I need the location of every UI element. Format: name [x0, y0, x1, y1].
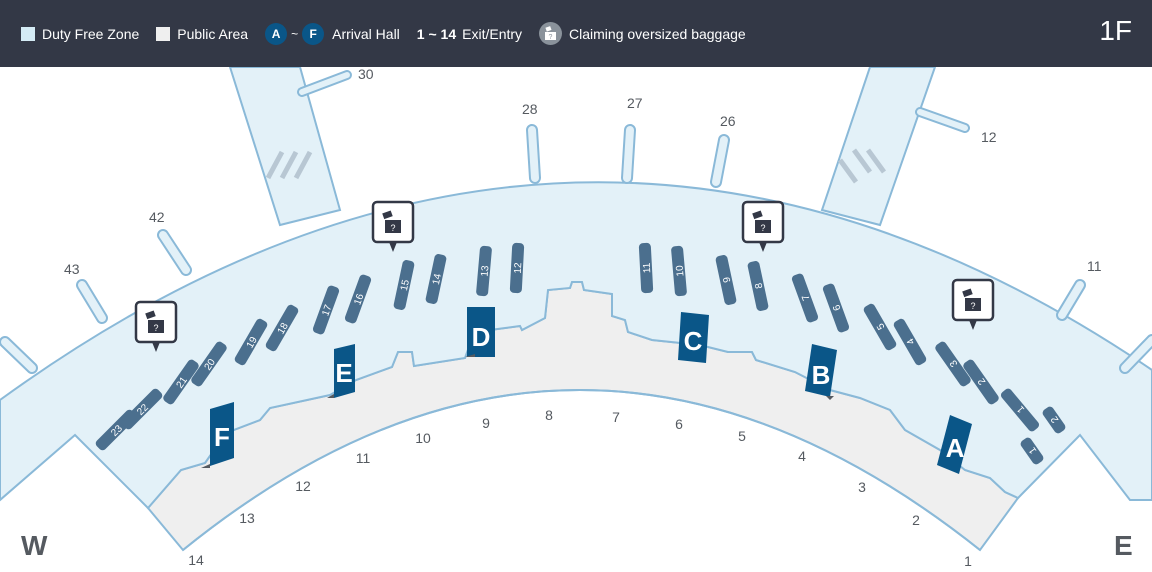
svg-text:?: ?	[153, 323, 158, 333]
pier-hatching	[265, 148, 887, 184]
legend-duty-free: Duty Free Zone	[21, 26, 139, 42]
exit-label: 14	[188, 552, 204, 568]
exit-label: 9	[482, 415, 490, 431]
exit-label: 11	[356, 450, 371, 466]
legend-label: Exit/Entry	[462, 25, 523, 42]
public-area-swatch	[156, 26, 171, 41]
gate-label: 42	[149, 209, 165, 225]
svg-text:?: ?	[390, 223, 395, 233]
terminal-map: 43 42 30 28 27 26 12 11 23 22 21 20 19 1…	[0, 0, 1152, 572]
range-separator: ~	[291, 26, 299, 41]
arrival-hall-label: B	[812, 360, 831, 390]
legend-label: Claiming oversized baggage	[569, 25, 746, 42]
hall-badge: A	[265, 22, 288, 45]
gate-label: 12	[981, 129, 997, 145]
exit-label: 10	[415, 430, 431, 446]
legend-label: Arrival Hall	[332, 25, 400, 42]
arrival-hall-c[interactable]: C	[678, 312, 709, 363]
legend-label: Duty Free Zone	[42, 25, 140, 42]
svg-text:?: ?	[549, 34, 553, 41]
legend-baggage: ? Claiming oversized baggage	[539, 22, 746, 45]
east-pier	[820, 66, 937, 227]
gate-label: 43	[64, 261, 80, 277]
floor-plan: 43 42 30 28 27 26 12 11 23 22 21 20 19 1…	[0, 66, 1152, 569]
exit-label: 2	[912, 512, 920, 528]
legend-bar: Duty Free Zone Public Area A ~ F Arrival…	[0, 0, 1152, 67]
exit-label: 7	[612, 409, 620, 425]
arrival-hall-label: D	[472, 322, 491, 352]
exit-label: 5	[738, 428, 746, 444]
carousel-label: 12	[513, 262, 525, 274]
compass-east: E	[1114, 530, 1133, 561]
gate-label: 11	[1087, 258, 1102, 274]
legend-arrival-hall: A ~ F Arrival Hall	[265, 22, 400, 45]
exit-range: 1 ~ 14	[416, 25, 457, 42]
arrival-hall-label: C	[684, 326, 703, 356]
exit-label: 8	[545, 407, 553, 423]
west-pier	[228, 66, 342, 227]
svg-text:?: ?	[760, 223, 765, 233]
gate-label: 30	[358, 66, 374, 82]
carousel-label: 11	[642, 262, 654, 273]
exit-label: 12	[295, 478, 311, 494]
legend-exit: 1 ~ 14 Exit/Entry	[417, 26, 522, 42]
exit-label: 4	[798, 448, 806, 464]
legend: Duty Free Zone Public Area A ~ F Arrival…	[21, 0, 763, 67]
legend-public: Public Area	[156, 26, 248, 42]
exit-label: 1	[964, 553, 972, 569]
gate-label: 27	[627, 95, 643, 111]
arrival-hall-label: A	[946, 433, 965, 463]
floor-indicator: 1F	[1099, 15, 1132, 46]
arrival-hall-label: E	[335, 358, 352, 388]
carousel-label: 10	[674, 264, 686, 276]
gate-label: 26	[720, 113, 736, 129]
exit-label: 3	[858, 479, 866, 495]
exit-label: 6	[675, 416, 683, 432]
carousel-label: 13	[480, 265, 492, 277]
arrival-hall-label: F	[214, 422, 230, 452]
arrival-hall-d[interactable]: D	[465, 307, 495, 357]
exit-label: 13	[239, 510, 255, 526]
svg-text:?: ?	[970, 301, 975, 311]
legend-label: Public Area	[177, 25, 249, 42]
oversized-baggage-icon: ?	[539, 22, 563, 45]
hall-badge: F	[302, 22, 325, 45]
compass-west: W	[21, 530, 48, 561]
gate-label: 28	[522, 101, 538, 117]
duty-free-swatch	[21, 26, 35, 41]
